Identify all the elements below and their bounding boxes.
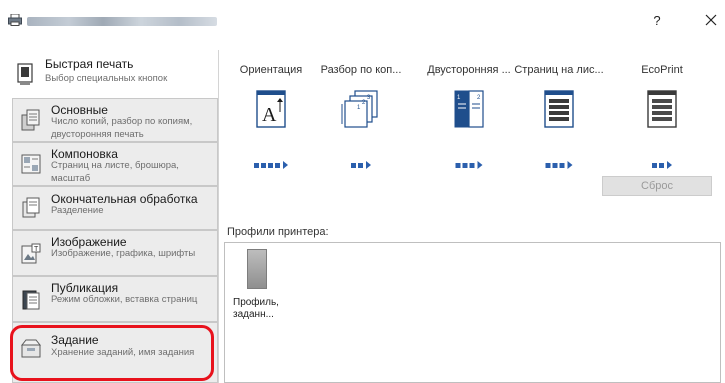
quick-print-panel: Ориентация A Разбор по коп... 3 2 1 Двус…	[218, 50, 725, 383]
sidebar: Быстрая печать Выбор специальных кнопок …	[6, 50, 218, 383]
sidebar-item-subtitle: Страниц на листе, брошюра, масштаб	[51, 160, 179, 184]
publishing-icon	[22, 290, 40, 310]
help-button[interactable]: ?	[645, 10, 669, 32]
layout-icon	[21, 154, 41, 174]
tile-pages-per-sheet[interactable]: Страниц на лис...	[514, 64, 604, 169]
sidebar-item-title: Изображение	[51, 235, 127, 249]
tile-options[interactable]	[545, 161, 573, 169]
pages-per-sheet-icon	[544, 90, 574, 128]
ecoprint-icon	[647, 90, 677, 128]
finishing-icon	[22, 197, 40, 218]
quick-print-icon	[17, 63, 33, 85]
reset-button[interactable]: Сброс	[602, 176, 712, 196]
tile-label: EcoPrint	[641, 64, 683, 76]
sidebar-item-job[interactable]: Задание Хранение заданий, имя задания	[12, 322, 218, 383]
title-bar: ?	[0, 0, 725, 40]
sidebar-item-subtitle: Выбор специальных кнопок	[45, 73, 168, 84]
sidebar-item-title: Задание	[51, 333, 99, 347]
collate-icon: 3 2 1	[341, 90, 378, 128]
tile-label: Двусторонняя ...	[427, 64, 511, 76]
svg-text:A: A	[262, 104, 277, 126]
job-icon	[21, 339, 41, 358]
profiles-label: Профили принтера:	[227, 226, 329, 238]
tile-orientation[interactable]: Ориентация A	[226, 64, 316, 169]
sidebar-item-quick-print[interactable]: Быстрая печать Выбор специальных кнопок	[6, 50, 218, 98]
sidebar-item-subtitle: Число копий, разбор по копиям, двусторон…	[51, 116, 193, 140]
svg-text:T: T	[34, 246, 39, 253]
sidebar-item-title: Окончательная обработка	[51, 192, 198, 206]
sidebar-item-subtitle: Разделение	[51, 205, 104, 216]
basic-icon	[21, 109, 40, 131]
printer-app-icon	[8, 14, 22, 26]
tile-options[interactable]	[652, 161, 672, 169]
sidebar-item-subtitle: Изображение, графика, шрифты	[51, 248, 196, 259]
tile-duplex[interactable]: Двусторонняя ... 1 2	[424, 64, 514, 169]
profile-thumbnail-icon[interactable]	[247, 249, 267, 289]
sidebar-item-title: Публикация	[51, 281, 119, 295]
tile-options[interactable]	[351, 161, 371, 169]
tile-options[interactable]	[254, 161, 288, 169]
duplex-icon: 1 2	[454, 90, 484, 128]
sidebar-item-subtitle: Режим обложки, вставка страниц	[51, 294, 198, 305]
sidebar-item-subtitle: Хранение заданий, имя задания	[51, 347, 195, 358]
tile-label: Страниц на лис...	[514, 64, 604, 76]
sidebar-item-image[interactable]: T Изображение Изображение, графика, шриф…	[12, 230, 218, 276]
tile-ecoprint[interactable]: EcoPrint	[617, 64, 707, 169]
sidebar-item-basic[interactable]: Основные Число копий, разбор по копиям, …	[12, 98, 218, 142]
sidebar-item-publishing[interactable]: Публикация Режим обложки, вставка страни…	[12, 276, 218, 322]
sidebar-item-title: Быстрая печать	[45, 57, 134, 71]
profile-name[interactable]: Профиль, заданн...	[233, 297, 293, 321]
orientation-icon: A	[256, 90, 286, 128]
tile-options[interactable]	[455, 161, 483, 169]
tile-label: Ориентация	[239, 64, 303, 76]
tile-collate[interactable]: Разбор по коп... 3 2 1	[316, 64, 406, 169]
tile-label: Разбор по коп...	[320, 64, 402, 76]
sidebar-item-layout[interactable]: Компоновка Страниц на листе, брошюра, ма…	[12, 142, 218, 186]
image-icon: T	[21, 243, 41, 264]
sidebar-item-finishing[interactable]: Окончательная обработка Разделение	[12, 186, 218, 230]
profiles-list[interactable]: Профиль, заданн...	[224, 242, 721, 383]
sidebar-item-title: Компоновка	[51, 147, 118, 161]
window-title-obscured	[27, 17, 217, 26]
sidebar-item-title: Основные	[51, 103, 108, 117]
close-icon[interactable]	[700, 9, 722, 31]
